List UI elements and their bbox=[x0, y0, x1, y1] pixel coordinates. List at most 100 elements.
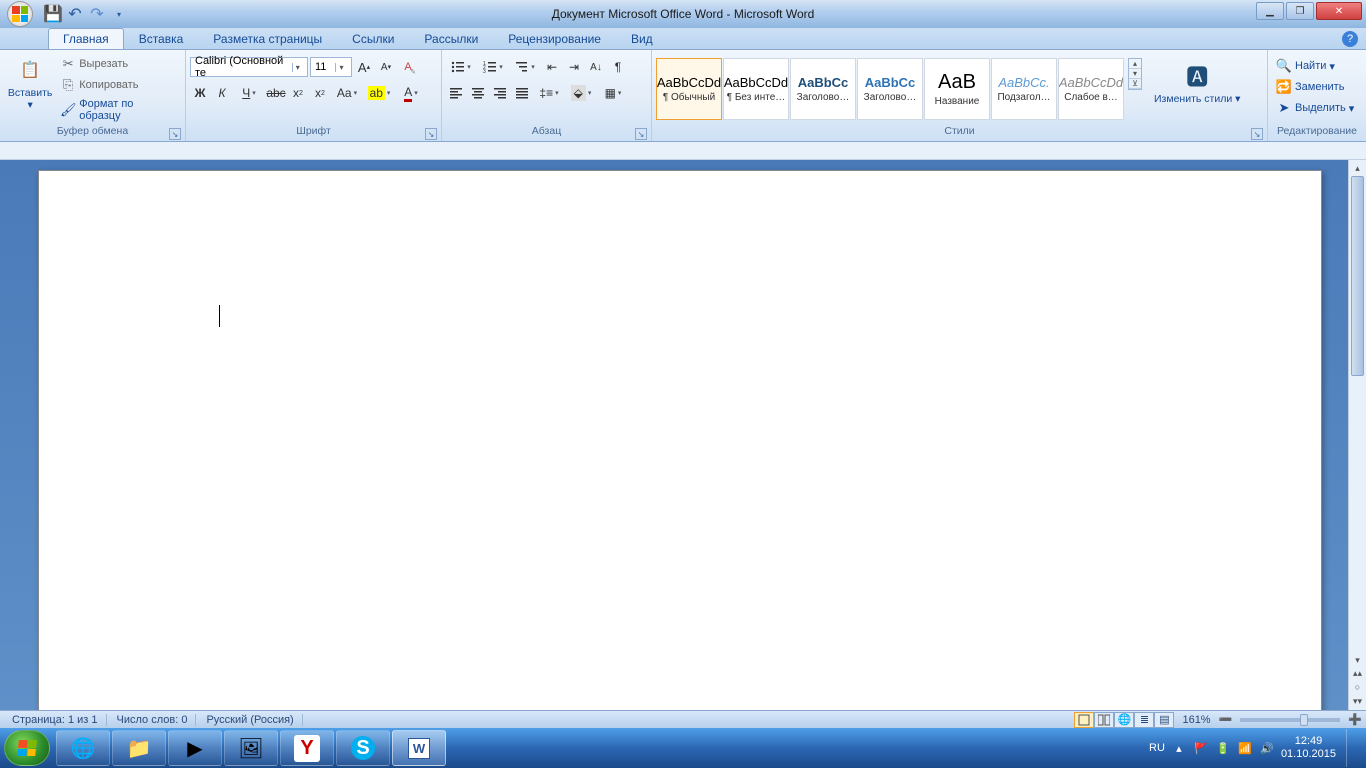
full-screen-view[interactable] bbox=[1094, 712, 1114, 728]
taskbar-media-player[interactable]: ▶ bbox=[168, 730, 222, 766]
grow-font-button[interactable]: A▴ bbox=[354, 57, 374, 77]
taskbar-yandex[interactable]: Y bbox=[280, 730, 334, 766]
draft-view[interactable]: ▤ bbox=[1154, 712, 1174, 728]
superscript-button[interactable]: x2 bbox=[310, 83, 330, 103]
document-viewport[interactable] bbox=[0, 160, 1348, 710]
undo-icon[interactable]: ↶ bbox=[66, 5, 84, 23]
replace-button[interactable]: 🔁Заменить bbox=[1272, 77, 1348, 97]
tab-page-layout[interactable]: Разметка страницы bbox=[198, 28, 337, 49]
zoom-in-button[interactable]: ➕ bbox=[1348, 713, 1362, 726]
change-case-button[interactable]: Aa bbox=[332, 83, 362, 103]
font-size-combo[interactable]: 11▾ bbox=[310, 57, 352, 77]
next-page-button[interactable]: ▾▾ bbox=[1349, 696, 1366, 710]
tray-clock[interactable]: 12:49 01.10.2015 bbox=[1281, 735, 1336, 761]
taskbar-explorer[interactable]: 📁 bbox=[112, 730, 166, 766]
tab-insert[interactable]: Вставка bbox=[124, 28, 199, 49]
start-button[interactable] bbox=[4, 730, 50, 766]
subscript-button[interactable]: x2 bbox=[288, 83, 308, 103]
horizontal-ruler[interactable] bbox=[0, 142, 1366, 160]
format-painter-button[interactable]: 🖌Формат по образцу bbox=[56, 96, 181, 124]
change-styles-button[interactable]: 🅰 Изменить стили ▾ bbox=[1150, 58, 1244, 108]
paragraph-launcher[interactable]: ↘ bbox=[635, 128, 647, 140]
tab-home[interactable]: Главная bbox=[48, 28, 124, 49]
paste-button[interactable]: 📋 Вставить▾ bbox=[4, 52, 56, 113]
shading-button[interactable]: ⬙ bbox=[566, 83, 596, 103]
italic-button[interactable]: К bbox=[212, 83, 232, 103]
tray-flag-icon[interactable]: 🚩 bbox=[1193, 740, 1209, 756]
align-center-button[interactable] bbox=[468, 83, 488, 103]
style-item-3[interactable]: AaBbCcЗаголово… bbox=[857, 58, 923, 120]
decrease-indent-button[interactable]: ⇤ bbox=[542, 57, 562, 77]
style-item-5[interactable]: AaBbCc.Подзагол… bbox=[991, 58, 1057, 120]
sort-button[interactable]: A↓ bbox=[586, 57, 606, 77]
style-item-6[interactable]: AaBbCcDdСлабое в… bbox=[1058, 58, 1124, 120]
multilevel-button[interactable] bbox=[510, 57, 540, 77]
gallery-down[interactable]: ▾ bbox=[1129, 69, 1141, 79]
status-language[interactable]: Русский (Россия) bbox=[198, 714, 302, 726]
highlight-button[interactable]: ab bbox=[364, 83, 394, 103]
help-icon[interactable]: ? bbox=[1342, 31, 1358, 47]
scroll-up-button[interactable]: ▴ bbox=[1349, 160, 1366, 176]
numbering-button[interactable]: 123 bbox=[478, 57, 508, 77]
tab-review[interactable]: Рецензирование bbox=[493, 28, 616, 49]
document-page[interactable] bbox=[38, 170, 1322, 710]
tray-network-icon[interactable]: 📶 bbox=[1237, 740, 1253, 756]
redo-icon[interactable]: ↷ bbox=[88, 5, 106, 23]
strikethrough-button[interactable]: abc bbox=[266, 83, 286, 103]
minimize-button[interactable]: ▁ bbox=[1256, 2, 1284, 20]
show-desktop-button[interactable] bbox=[1346, 729, 1356, 767]
style-item-4[interactable]: АаВНазвание bbox=[924, 58, 990, 120]
increase-indent-button[interactable]: ⇥ bbox=[564, 57, 584, 77]
qat-customize-icon[interactable]: ▾ bbox=[110, 5, 128, 23]
select-browse-object[interactable]: ○ bbox=[1349, 682, 1366, 696]
styles-launcher[interactable]: ↘ bbox=[1251, 128, 1263, 140]
zoom-slider[interactable] bbox=[1240, 718, 1340, 722]
tab-view[interactable]: Вид bbox=[616, 28, 668, 49]
select-button[interactable]: ➤Выделить ▾ bbox=[1272, 98, 1358, 118]
scroll-track[interactable] bbox=[1349, 176, 1366, 652]
tray-battery-icon[interactable]: 🔋 bbox=[1215, 740, 1231, 756]
zoom-level[interactable]: 161% bbox=[1176, 714, 1216, 726]
font-name-combo[interactable]: Calibri (Основной те▾ bbox=[190, 57, 308, 77]
tab-references[interactable]: Ссылки bbox=[337, 28, 409, 49]
taskbar-app-1[interactable]: 🖼 bbox=[224, 730, 278, 766]
outline-view[interactable]: ≣ bbox=[1134, 712, 1154, 728]
clear-formatting-button[interactable]: A✎ bbox=[398, 57, 418, 77]
style-item-2[interactable]: AaBbCcЗаголово… bbox=[790, 58, 856, 120]
taskbar-word[interactable]: W bbox=[392, 730, 446, 766]
borders-button[interactable]: ▦ bbox=[598, 83, 628, 103]
line-spacing-button[interactable]: ‡≡ bbox=[534, 83, 564, 103]
gallery-more[interactable]: ⊻ bbox=[1129, 79, 1141, 89]
style-item-0[interactable]: AaBbCcDd¶ Обычный bbox=[656, 58, 722, 120]
tab-mailings[interactable]: Рассылки bbox=[409, 28, 493, 49]
status-word-count[interactable]: Число слов: 0 bbox=[109, 714, 197, 726]
find-button[interactable]: 🔍Найти ▾ bbox=[1272, 56, 1339, 76]
style-item-1[interactable]: AaBbCcDd¶ Без инте… bbox=[723, 58, 789, 120]
gallery-up[interactable]: ▴ bbox=[1129, 59, 1141, 69]
maximize-button[interactable]: ❐ bbox=[1286, 2, 1314, 20]
prev-page-button[interactable]: ▴▴ bbox=[1349, 668, 1366, 682]
taskbar-skype[interactable]: S bbox=[336, 730, 390, 766]
font-launcher[interactable]: ↘ bbox=[425, 128, 437, 140]
scroll-down-button[interactable]: ▾ bbox=[1349, 652, 1366, 668]
tray-volume-icon[interactable]: 🔊 bbox=[1259, 740, 1275, 756]
scroll-thumb[interactable] bbox=[1351, 176, 1364, 376]
clipboard-launcher[interactable]: ↘ bbox=[169, 128, 181, 140]
save-icon[interactable]: 💾 bbox=[44, 5, 62, 23]
align-left-button[interactable] bbox=[446, 83, 466, 103]
taskbar-ie[interactable]: 🌐 bbox=[56, 730, 110, 766]
underline-button[interactable]: Ч bbox=[234, 83, 264, 103]
tray-show-hidden-icon[interactable]: ▴ bbox=[1171, 740, 1187, 756]
zoom-out-button[interactable]: ➖ bbox=[1219, 713, 1233, 726]
bullets-button[interactable] bbox=[446, 57, 476, 77]
bold-button[interactable]: Ж bbox=[190, 83, 210, 103]
status-page[interactable]: Страница: 1 из 1 bbox=[4, 714, 107, 726]
zoom-slider-thumb[interactable] bbox=[1300, 714, 1308, 726]
office-button[interactable] bbox=[0, 0, 40, 28]
copy-button[interactable]: ⎘Копировать bbox=[56, 75, 181, 95]
web-layout-view[interactable]: 🌐 bbox=[1114, 712, 1134, 728]
cut-button[interactable]: ✂Вырезать bbox=[56, 54, 181, 74]
close-button[interactable]: ✕ bbox=[1316, 2, 1362, 20]
font-color-button[interactable]: A bbox=[396, 83, 426, 103]
show-marks-button[interactable]: ¶ bbox=[608, 57, 628, 77]
